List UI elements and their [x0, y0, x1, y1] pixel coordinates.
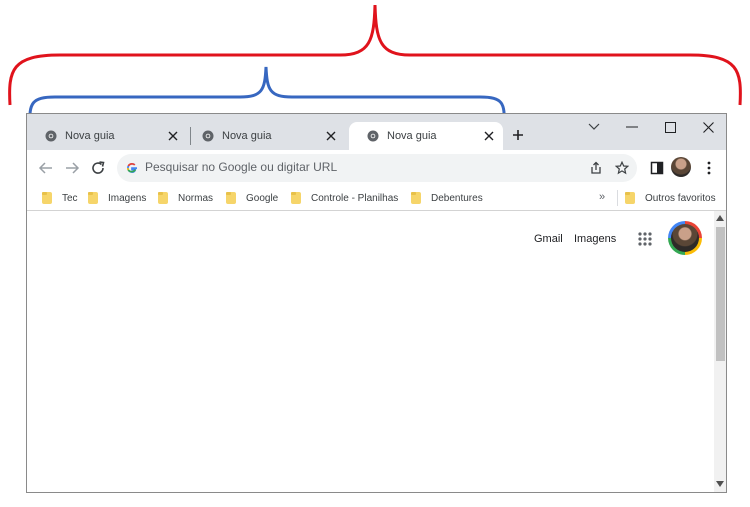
folder-icon — [226, 192, 236, 204]
bookmark-tec[interactable]: Tec — [42, 186, 78, 210]
share-icon[interactable] — [589, 161, 603, 175]
bookmark-imagens[interactable]: Imagens — [88, 186, 146, 210]
folder-icon — [158, 192, 168, 204]
bookmark-label: Imagens — [108, 192, 147, 204]
profile-avatar[interactable] — [671, 157, 691, 177]
chrome-icon — [45, 130, 57, 142]
red-bracket — [8, 4, 742, 106]
annotation-brackets — [8, 4, 742, 126]
side-panel-icon[interactable] — [649, 160, 665, 176]
tab-3-active[interactable]: Nova guia — [349, 122, 503, 150]
bookmark-controle-planilhas[interactable]: Controle - Planilhas — [291, 186, 398, 210]
bookmark-label: Controle - Planilhas — [311, 192, 399, 204]
address-bar[interactable]: Pesquisar no Google ou digitar URL — [117, 154, 637, 182]
menu-icon[interactable] — [701, 160, 717, 176]
address-placeholder: Pesquisar no Google ou digitar URL — [145, 160, 338, 174]
bookmark-normas[interactable]: Normas — [158, 186, 213, 210]
star-icon[interactable] — [615, 161, 629, 175]
folder-icon — [411, 192, 421, 204]
forward-icon[interactable] — [64, 160, 80, 176]
bookmark-outros-favoritos[interactable]: Outros favoritos — [625, 186, 716, 210]
images-link[interactable]: Imagens — [574, 233, 616, 245]
bookmark-debentures[interactable]: Debentures — [411, 186, 483, 210]
folder-icon — [42, 192, 52, 204]
bookmark-google[interactable]: Google — [226, 186, 278, 210]
vertical-scrollbar[interactable] — [714, 211, 726, 492]
avatar-photo — [671, 224, 699, 252]
folder-icon — [291, 192, 301, 204]
reload-icon[interactable] — [90, 160, 106, 176]
bookmark-label: Outros favoritos — [645, 192, 716, 204]
chrome-icon — [202, 130, 214, 142]
bookmark-label: Normas — [178, 192, 214, 204]
bookmarks-bar: Tec Imagens Normas Google Controle - Pla… — [27, 186, 726, 211]
bookmark-label: Debentures — [431, 192, 483, 204]
close-icon[interactable] — [167, 130, 179, 142]
toolbar: Pesquisar no Google ou digitar URL — [27, 150, 726, 186]
folder-icon — [88, 192, 98, 204]
browser-window: Nova guia Nova guia Nova guia Pesquisar … — [26, 113, 727, 493]
tab-strip: Nova guia Nova guia Nova guia — [27, 114, 726, 150]
bookmark-label: Tec — [62, 192, 78, 204]
maximize-icon[interactable] — [660, 118, 680, 136]
page-content: Gmail Imagens — [27, 211, 726, 492]
bookmarks-separator — [617, 190, 618, 206]
google-g-icon — [127, 162, 137, 174]
tab-2[interactable]: Nova guia — [184, 122, 345, 150]
account-avatar[interactable] — [668, 221, 702, 255]
chrome-icon — [367, 130, 379, 142]
scroll-down-arrow-icon[interactable] — [716, 481, 724, 487]
gmail-link[interactable]: Gmail — [534, 233, 563, 245]
minimize-icon[interactable] — [622, 118, 642, 136]
scroll-up-arrow-icon[interactable] — [716, 215, 724, 221]
close-window-icon[interactable] — [698, 118, 718, 136]
folder-icon — [625, 192, 635, 204]
close-icon[interactable] — [483, 130, 495, 142]
plus-icon[interactable] — [511, 128, 525, 142]
scrollbar-thumb[interactable] — [716, 227, 725, 361]
close-icon[interactable] — [325, 130, 337, 142]
apps-grid-icon[interactable] — [637, 231, 653, 247]
bookmark-label: Google — [246, 192, 279, 204]
tab-1[interactable]: Nova guia — [27, 122, 187, 150]
chevron-down-icon[interactable] — [584, 118, 604, 136]
bookmarks-overflow-button[interactable]: » — [599, 191, 605, 203]
back-icon[interactable] — [38, 160, 54, 176]
